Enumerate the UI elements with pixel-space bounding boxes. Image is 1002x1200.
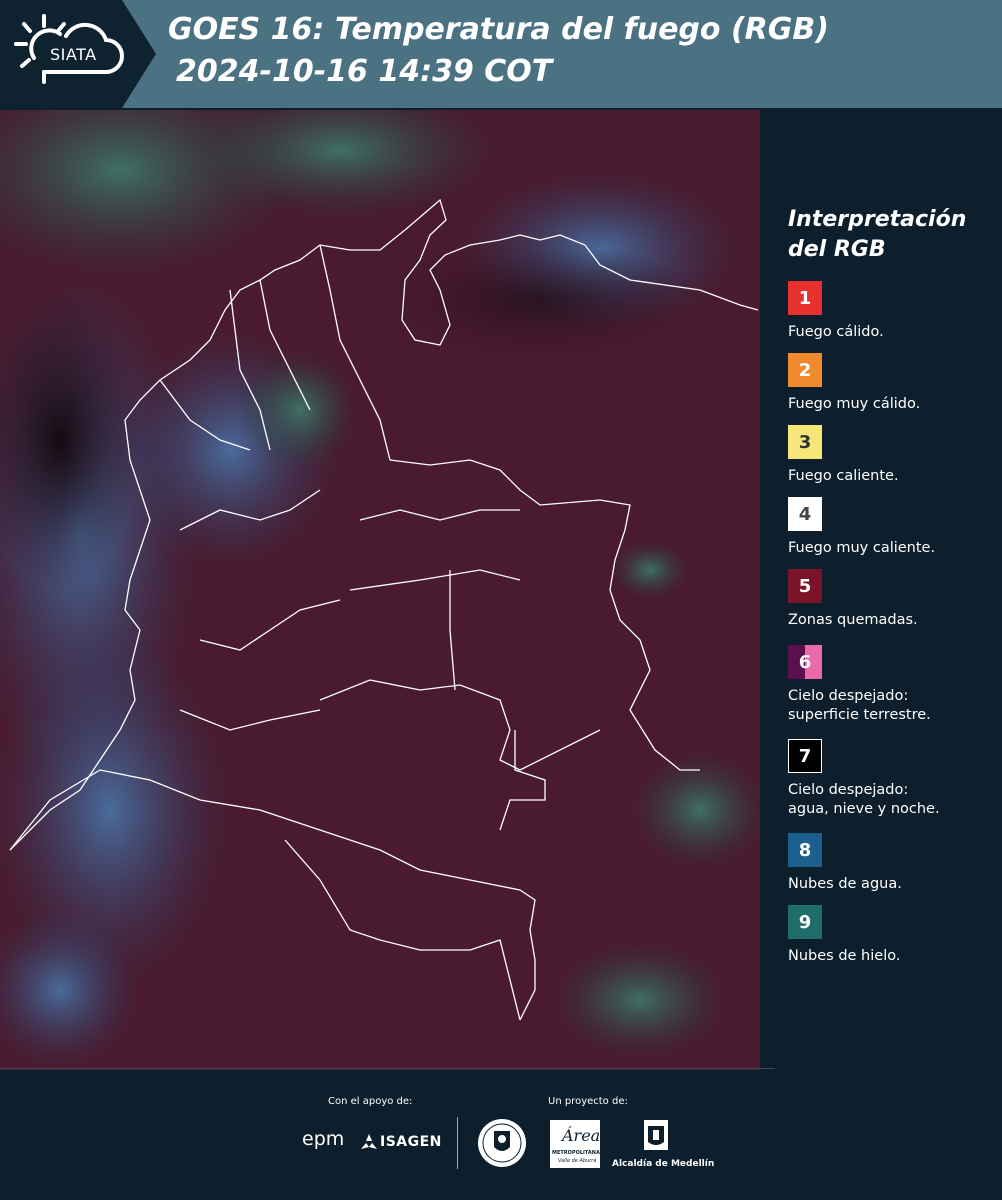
- legend-swatch-8: 8: [788, 833, 822, 867]
- legend-label-8: Nubes de agua.: [788, 876, 902, 892]
- legend-item: 1 Fuego cálido.: [788, 281, 998, 351]
- page-timestamp: 2024-10-16 14:39 COT: [176, 54, 553, 89]
- siata-logo-text: SIATA: [50, 45, 97, 64]
- legend-item: 8 Nubes de agua.: [788, 833, 998, 903]
- legend-label-7: Cielo despejado: agua, nieve y noche.: [788, 781, 998, 819]
- legend-label-7-line1: Cielo despejado:: [788, 782, 909, 798]
- legend-swatch-3: 3: [788, 425, 822, 459]
- medellin-seal-icon: [478, 1119, 526, 1167]
- legend-swatch-2: 2: [788, 353, 822, 387]
- legend-label-6-line1: Cielo despejado:: [788, 688, 909, 704]
- legend-title-line1: Interpretación: [788, 207, 967, 232]
- rgb-legend: Interpretación del RGB: [788, 205, 993, 265]
- legend-item: 7 Cielo despejado: agua, nieve y noche.: [788, 739, 998, 829]
- page-title: GOES 16: Temperatura del fuego (RGB): [168, 12, 829, 47]
- legend-swatch-6: 6: [788, 645, 822, 679]
- satellite-map: [0, 110, 760, 1070]
- area-metropolitana-word: Área: [562, 1126, 601, 1145]
- legend-item: 9 Nubes de hielo.: [788, 905, 998, 975]
- header: SIATA GOES 16: Temperatura del fuego (RG…: [0, 0, 1002, 108]
- legend-label-5: Zonas quemadas.: [788, 612, 918, 628]
- area-metropolitana-subtitle: METROPOLITANA: [552, 1150, 600, 1156]
- satellite-image: [0, 110, 760, 1070]
- area-metropolitana-region: Valle de Aburrá: [558, 1158, 597, 1164]
- legend-item: 5 Zonas quemadas.: [788, 569, 998, 639]
- legend-item: 3 Fuego caliente.: [788, 425, 998, 495]
- legend-label-1: Fuego cálido.: [788, 324, 884, 340]
- legend-item: 6 Cielo despejado: superficie terrestre.: [788, 645, 998, 735]
- legend-label-4: Fuego muy caliente.: [788, 540, 936, 556]
- legend-label-9: Nubes de hielo.: [788, 948, 901, 964]
- legend-label-6: Cielo despejado: superficie terrestre.: [788, 687, 998, 725]
- legend-title: Interpretación del RGB: [788, 205, 993, 265]
- legend-swatch-1: 1: [788, 281, 822, 315]
- isagen-logo: ISAGEN: [380, 1134, 442, 1150]
- project-label: Un proyecto de:: [548, 1096, 628, 1107]
- isagen-logo-icon: [361, 1134, 377, 1149]
- legend-swatch-4: 4: [788, 497, 822, 531]
- legend-label-7-line2: agua, nieve y noche.: [788, 801, 940, 817]
- legend-swatch-5: 5: [788, 569, 822, 603]
- legend-label-6-line2: superficie terrestre.: [788, 707, 931, 723]
- legend-label-3: Fuego caliente.: [788, 468, 899, 484]
- map-divider: [0, 1068, 775, 1069]
- legend-item: 4 Fuego muy caliente.: [788, 497, 998, 567]
- legend-swatch-7: 7: [788, 739, 822, 773]
- legend-title-line2: del RGB: [788, 237, 886, 262]
- support-label: Con el apoyo de:: [328, 1096, 413, 1107]
- footer-divider: [457, 1117, 458, 1169]
- legend-swatch-9: 9: [788, 905, 822, 939]
- epm-logo: epm: [302, 1128, 345, 1150]
- area-metropolitana-logo: Área METROPOLITANA Valle de Aburrá: [550, 1120, 600, 1168]
- legend-item: 2 Fuego muy cálido.: [788, 353, 998, 423]
- legend-label-2: Fuego muy cálido.: [788, 396, 921, 412]
- alcaldia-shield-icon: [644, 1120, 668, 1150]
- alcaldia-logo-text: Alcaldía de Medellín: [612, 1159, 715, 1169]
